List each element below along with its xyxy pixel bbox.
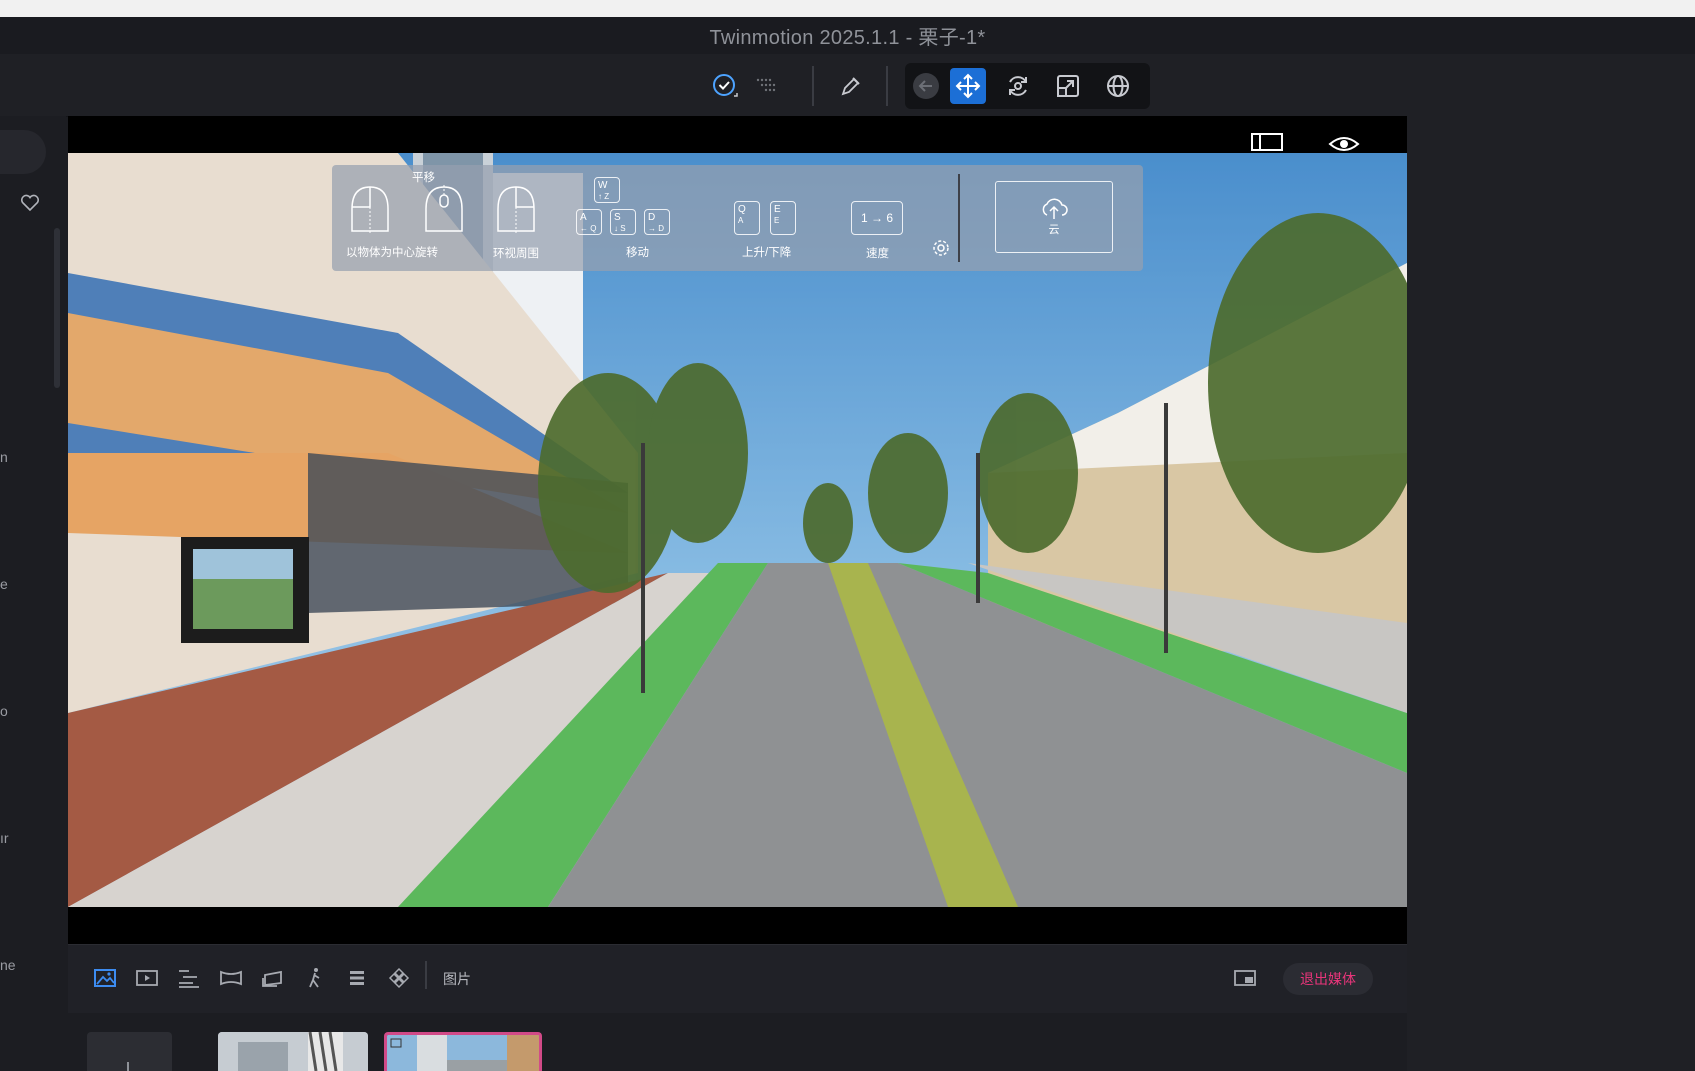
move-icon[interactable] [950, 68, 986, 104]
key-e: EE [770, 201, 796, 235]
video-icon[interactable] [134, 965, 160, 991]
eyedropper-icon[interactable] [833, 68, 869, 104]
thumbnail-row [68, 1013, 1407, 1071]
toolbar-divider [812, 66, 814, 106]
add-media-button[interactable] [87, 1032, 172, 1071]
picture-in-picture-icon[interactable] [1232, 965, 1258, 991]
key-w: W ↑ Z [594, 177, 620, 203]
media-bar-divider [425, 961, 427, 989]
search-pill[interactable] [0, 130, 46, 174]
cloud-label: 云 [1048, 224, 1060, 236]
key-s: S ↓ S [610, 209, 636, 235]
presentation-icon[interactable] [260, 965, 286, 991]
batch-icon[interactable] [344, 965, 370, 991]
scale-icon[interactable] [1050, 68, 1086, 104]
look-around-label: 环视周围 [493, 248, 539, 260]
left-panel-label[interactable]: ır [0, 830, 9, 846]
panorama-icon[interactable] [218, 965, 244, 991]
main-toolbar [0, 54, 1695, 117]
left-panel-label[interactable]: e [0, 576, 8, 592]
orbit-object-label: 以物体为中心旋转 [346, 247, 438, 259]
overlay-divider [958, 174, 960, 262]
key-q: QA [734, 201, 760, 235]
mouse-middle-icon [424, 185, 464, 235]
navigation-help-overlay: 平移 以物体为中心旋转 环视周围 W ↑ Z A ← Q S ↓ S D → D 移动 … [332, 165, 1143, 271]
media-bar: 图片 退出媒体 [68, 944, 1407, 1013]
key-speed: 1 → 6 [851, 201, 903, 235]
panel-toggle-icon[interactable] [1251, 132, 1283, 152]
sequence-icon[interactable] [176, 965, 202, 991]
image-icon[interactable] [92, 965, 118, 991]
globe-icon[interactable] [1100, 68, 1136, 104]
media-section-label: 图片 [443, 971, 471, 987]
rotate-icon[interactable] [1000, 68, 1036, 104]
favorite-heart-icon[interactable] [20, 194, 40, 212]
dots-grid-icon[interactable] [749, 68, 785, 104]
title-bar: Twinmotion 2025.1.1 - 栗子-1* [0, 17, 1695, 54]
back-arrow-icon[interactable] [908, 68, 944, 104]
left-panel-label[interactable]: o [0, 703, 8, 719]
3d-viewport[interactable]: 平移 以物体为中心旋转 环视周围 W ↑ Z A ← Q S ↓ S D → D 移动 … [68, 116, 1407, 944]
right-panel [1407, 116, 1695, 1071]
cloud-button[interactable]: 云 [995, 181, 1113, 253]
toolbar-divider [886, 66, 888, 106]
pan-label: 平移 [412, 172, 435, 184]
exit-media-button[interactable]: 退出媒体 [1283, 963, 1373, 995]
key-d: D → D [644, 209, 670, 235]
mouse-left-icon [350, 185, 390, 235]
left-panel-label[interactable]: ne [0, 957, 16, 973]
vr-icon[interactable] [386, 965, 412, 991]
eye-icon[interactable] [1328, 134, 1360, 154]
transform-tool-group [905, 63, 1150, 109]
media-thumbnail-selected[interactable] [384, 1032, 542, 1071]
os-top-strip [0, 0, 1695, 17]
check-circle-icon[interactable] [707, 68, 743, 104]
updown-label: 上升/下降 [742, 247, 792, 259]
left-panel-scrollbar[interactable] [54, 228, 60, 388]
phasing-icon[interactable] [302, 965, 328, 991]
cloud-upload-icon [1042, 198, 1068, 219]
plus-icon [127, 1062, 129, 1071]
key-a: A ← Q [576, 209, 602, 235]
left-panel: n e o ır ne [0, 116, 66, 1071]
media-thumbnail[interactable] [218, 1032, 368, 1071]
settings-gear-icon[interactable] [932, 239, 950, 257]
left-panel-label[interactable]: n [0, 449, 8, 465]
window-title: Twinmotion 2025.1.1 - 栗子-1* [709, 27, 986, 49]
speed-label: 速度 [866, 248, 889, 260]
mouse-right-icon [496, 185, 536, 235]
move-label: 移动 [626, 247, 649, 259]
